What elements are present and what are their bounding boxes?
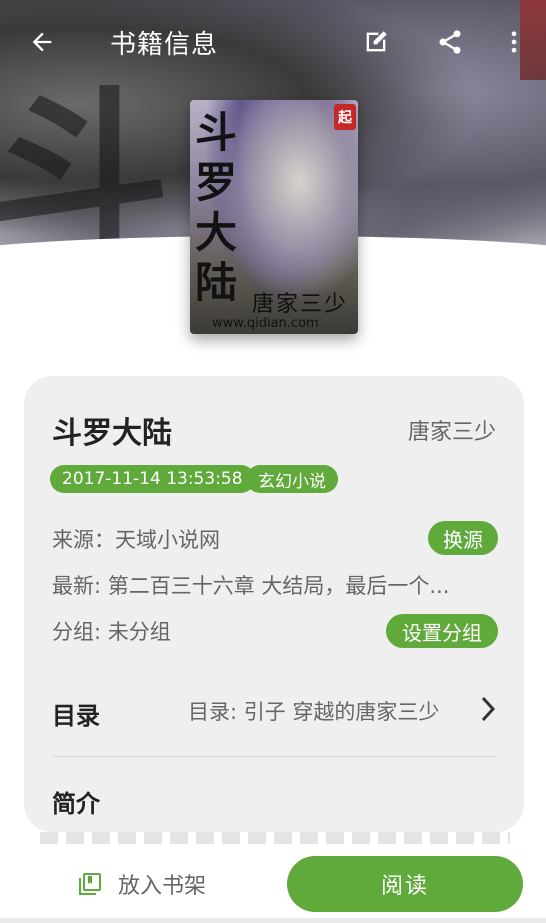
book-author: 唐家三少 (407, 420, 496, 445)
arrow-left-icon (32, 32, 52, 52)
add-to-shelf-label: 放入书架 (118, 874, 207, 899)
chevron-right-icon[interactable] (476, 694, 500, 724)
share-icon (439, 30, 461, 54)
cover-title-char: 陆 (194, 258, 237, 307)
cover-title: 斗 罗 大 陆 (194, 108, 238, 308)
bookshelf-add-icon (79, 873, 101, 895)
add-to-shelf-button[interactable]: 放入书架 (78, 866, 206, 902)
edit-button[interactable] (354, 20, 398, 64)
kind-badge: 玄幻小说 (246, 465, 338, 493)
cover-author: 唐家三少 (252, 292, 349, 317)
back-button[interactable] (20, 20, 64, 64)
divider (52, 756, 498, 757)
more-vertical-icon (511, 31, 517, 53)
cover-publisher-badge: 起 (334, 104, 356, 130)
cover-title-char: 斗 (194, 108, 237, 157)
toc-value[interactable]: 目录: 引子 穿越的唐家三少 (188, 696, 439, 726)
latest-chapter-text: 最新: 第二百三十六章 大结局，最后一个... (52, 574, 450, 598)
intro-label: 简介 (52, 790, 100, 818)
set-group-button[interactable]: 设置分组 (386, 614, 498, 648)
share-button[interactable] (428, 20, 472, 64)
cover-url: www.qidian.com (212, 316, 319, 331)
group-text: 分组: 未分组 (52, 620, 171, 644)
more-button[interactable] (492, 20, 536, 64)
toc-label: 目录 (52, 702, 100, 730)
page-title: 书籍信息 (110, 30, 219, 60)
intro-text-peek (40, 832, 510, 844)
top-app-bar: 书籍信息 (0, 0, 546, 84)
book-name: 斗罗大陆 (52, 416, 172, 451)
book-cover[interactable]: 斗 罗 大 陆 起 唐家三少 www.qidian.com (190, 100, 358, 334)
edit-icon (366, 31, 387, 52)
update-time-badge: 2017-11-14 13:53:58 (50, 465, 255, 493)
change-source-button[interactable]: 换源 (428, 521, 498, 555)
cover-title-char: 罗 (194, 158, 237, 207)
navigation-bar (0, 918, 546, 923)
read-button[interactable]: 阅读 (287, 856, 523, 912)
cover-title-char: 大 (194, 208, 237, 257)
source-text: 来源：天域小说网 (52, 528, 220, 552)
